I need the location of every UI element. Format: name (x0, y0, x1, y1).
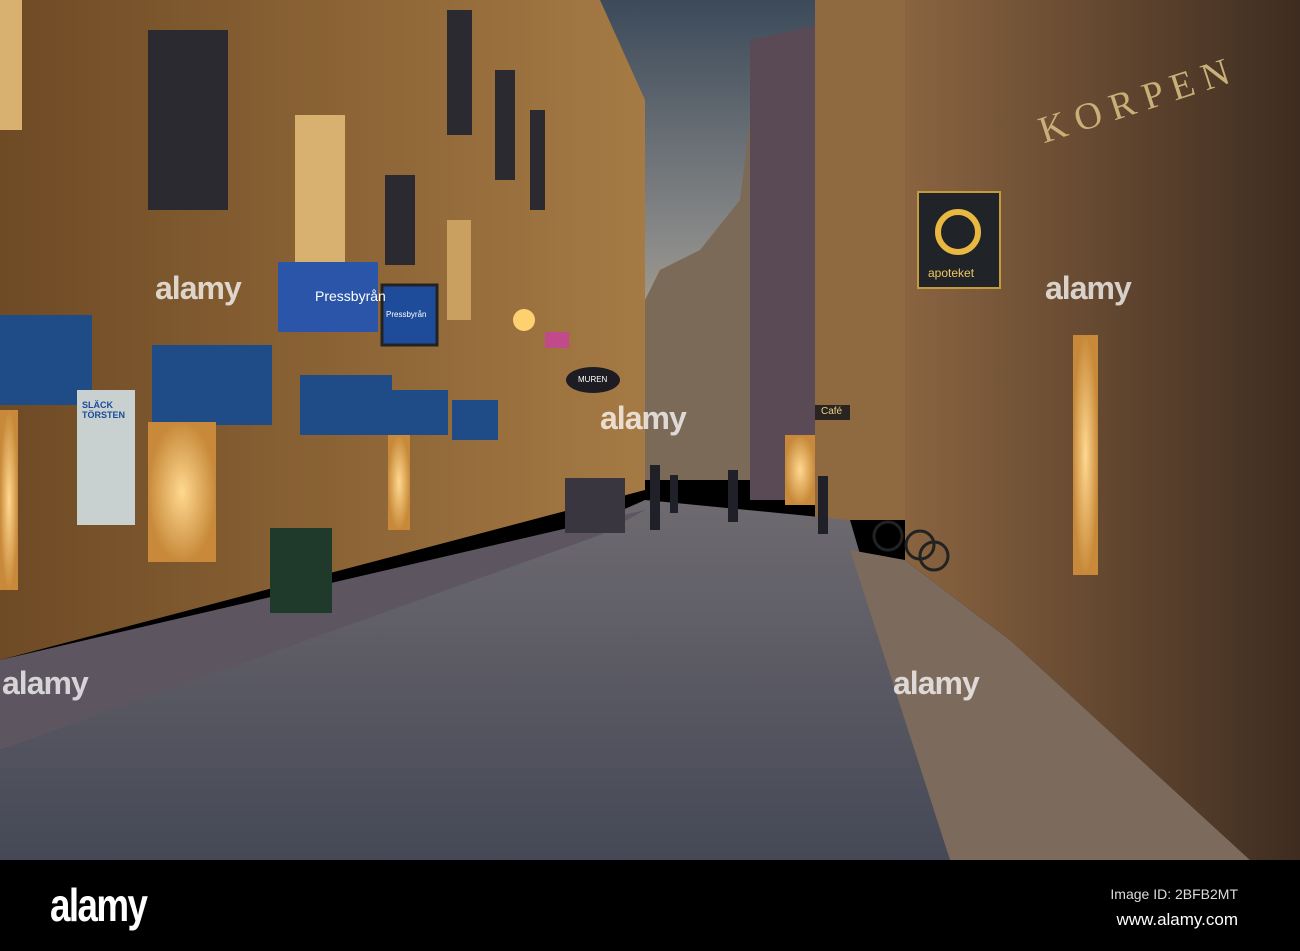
rainbow-flag (545, 332, 569, 348)
watermark-bottom-left: alamy (2, 665, 89, 701)
cafe-sign-text: Café (821, 406, 843, 417)
apoteket-sign-text: apoteket (928, 266, 975, 280)
watermark-center: alamy (600, 400, 687, 436)
alamy-logo: alamy (50, 879, 148, 931)
trash-bin (270, 528, 332, 613)
watermark-left: alamy (155, 270, 242, 306)
site-url[interactable]: www.alamy.com (1116, 910, 1238, 930)
muren-sign-text: MUREN (578, 375, 608, 384)
watermark-right: alamy (1045, 270, 1132, 306)
watermark-bottom-right: alamy (893, 665, 980, 701)
image-id: Image ID: 2BFB2MT (1110, 886, 1238, 902)
pressbyran-banner-text: Pressbyrån (315, 288, 386, 304)
footer-bar: alamy Image ID: 2BFB2MT www.alamy.com (0, 860, 1300, 951)
pressbyran-hanging-sign-text: Pressbyrån (386, 310, 427, 319)
photo-stage: Pressbyrån Pressbyrån apoteket K O R P E… (0, 0, 1300, 951)
poster-text: SLÄCK TÖRSTEN (82, 400, 126, 420)
right-mid-building (815, 0, 910, 520)
street-lamp (513, 309, 535, 331)
